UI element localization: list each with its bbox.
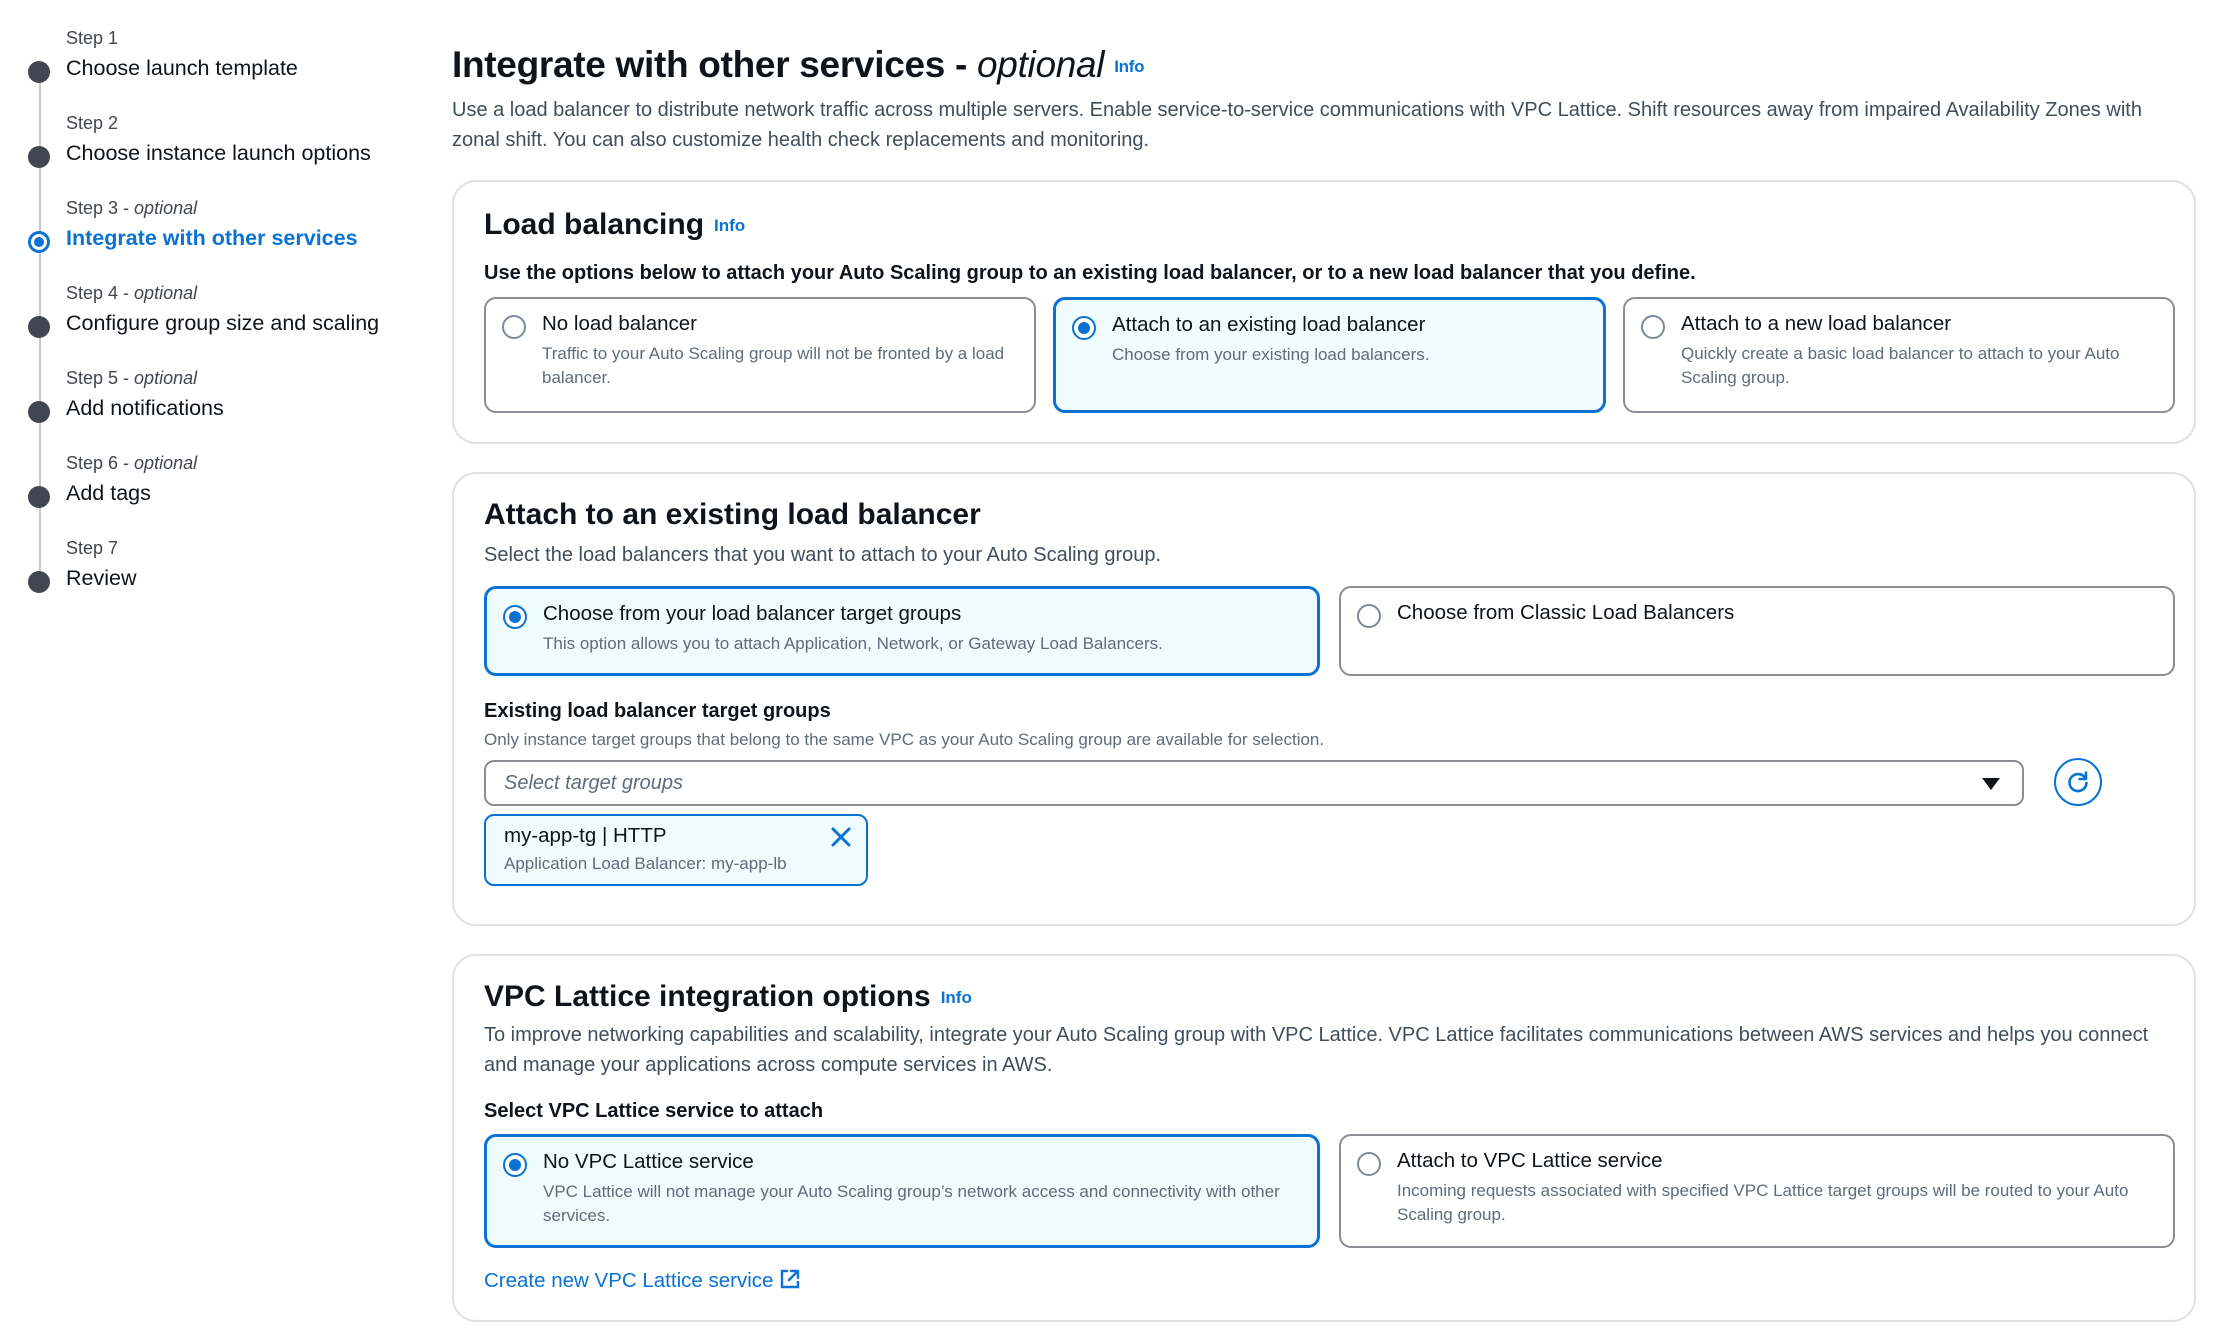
step-label[interactable]: Review <box>66 566 137 591</box>
option-description: This option allows you to attach Applica… <box>543 634 1163 653</box>
remove-token-icon[interactable] <box>828 824 854 850</box>
info-link[interactable]: Info <box>941 988 972 1007</box>
load-balancing-card: Load balancing Info Use the options below… <box>452 180 2196 444</box>
option-title: Choose from Classic Load Balancers <box>1397 601 1735 624</box>
step-label[interactable]: Choose launch template <box>66 56 298 81</box>
option-description: Incoming requests associated with specif… <box>1397 1181 2129 1224</box>
token-subtitle: Application Load Balancer: my-app-lb <box>504 854 787 873</box>
step-caption: Step 5 - optional <box>66 368 198 388</box>
option-title: Choose from your load balancer target gr… <box>543 602 962 625</box>
vpc-lattice-card: VPC Lattice integration options Info To i… <box>452 954 2196 1322</box>
attach-new-load-balancer-option[interactable]: Attach to a new load balancer Quickly cr… <box>1623 297 2175 413</box>
step-label[interactable]: Configure group size and scaling <box>66 311 379 336</box>
option-description: Traffic to your Auto Scaling group will … <box>542 344 1005 387</box>
step-dot-icon <box>28 486 50 508</box>
info-link[interactable]: Info <box>714 216 745 235</box>
step-current-icon <box>28 231 50 253</box>
option-title: Attach to VPC Lattice service <box>1397 1149 1663 1172</box>
step-dot-icon <box>28 316 50 338</box>
target-groups-option[interactable]: Choose from your load balancer target gr… <box>484 586 1320 676</box>
radio-button[interactable] <box>1357 604 1381 628</box>
card-title: Load balancing Info <box>484 208 746 241</box>
classic-load-balancers-option[interactable]: Choose from Classic Load Balancers <box>1339 586 2175 676</box>
wizard-steps-nav: Step 1 Choose launch template Step 2 Cho… <box>0 0 420 620</box>
step-6[interactable]: Step 6 - optional Add tags <box>0 453 420 525</box>
option-description: Quickly create a basic load balancer to … <box>1681 344 2120 387</box>
step-caption: Step 7 <box>66 538 119 558</box>
step-1[interactable]: Step 1 Choose launch template <box>0 28 420 100</box>
step-7[interactable]: Step 7 Review <box>0 538 420 610</box>
step-caption: Step 3 - optional <box>66 198 198 218</box>
step-dot-icon <box>28 401 50 423</box>
step-2[interactable]: Step 2 Choose instance launch options <box>0 113 420 185</box>
card-description: To improve networking capabilities and s… <box>484 1024 2149 1076</box>
option-description: Choose from your existing load balancers… <box>1112 345 1430 364</box>
step-caption: Step 4 - optional <box>66 283 198 303</box>
option-title: Attach to a new load balancer <box>1681 312 1952 335</box>
option-title: No VPC Lattice service <box>543 1150 754 1173</box>
step-dot-icon <box>28 571 50 593</box>
radio-button[interactable] <box>502 315 526 339</box>
attach-existing-load-balancer-card: Attach to an existing load balancer Sele… <box>452 472 2196 926</box>
step-3-current: Step 3 - optional Integrate with other s… <box>0 198 420 270</box>
load-balancing-instruction: Use the options below to attach your Aut… <box>484 262 1696 284</box>
radio-button[interactable] <box>1357 1152 1381 1176</box>
no-vpc-lattice-option[interactable]: No VPC Lattice service VPC Lattice will … <box>484 1134 1320 1248</box>
radio-button-selected[interactable] <box>503 605 527 629</box>
step-caption: Step 1 <box>66 28 119 48</box>
field-label: Existing load balancer target groups <box>484 700 831 722</box>
select-placeholder: Select target groups <box>504 772 683 794</box>
step-label[interactable]: Choose instance launch options <box>66 141 371 166</box>
step-label: Integrate with other services <box>66 226 358 250</box>
refresh-button[interactable] <box>2054 758 2102 806</box>
step-dot-icon <box>28 146 50 168</box>
step-caption: Step 6 - optional <box>66 453 198 473</box>
page-title: Integrate with other services - optional… <box>452 44 1145 85</box>
option-title: Attach to an existing load balancer <box>1112 313 1426 336</box>
radio-button-selected[interactable] <box>1072 316 1096 340</box>
card-title: VPC Lattice integration options Info <box>484 980 972 1013</box>
radio-button[interactable] <box>1641 315 1665 339</box>
option-description: VPC Lattice will not manage your Auto Sc… <box>543 1182 1280 1225</box>
attach-existing-load-balancer-option[interactable]: Attach to an existing load balancer Choo… <box>1053 297 1606 413</box>
external-link-icon <box>781 1269 800 1289</box>
page-description: Use a load balancer to distribute networ… <box>452 99 2142 151</box>
no-load-balancer-option[interactable]: No load balancer Traffic to your Auto Sc… <box>484 297 1036 413</box>
token-title: my-app-tg | HTTP <box>504 824 667 847</box>
radio-button-selected[interactable] <box>503 1153 527 1177</box>
card-title: Attach to an existing load balancer <box>484 498 981 531</box>
card-description: Select the load balancers that you want … <box>484 544 1162 566</box>
target-groups-select[interactable]: Select target groups <box>484 760 2024 806</box>
info-link[interactable]: Info <box>1114 57 1144 76</box>
field-hint: Only instance target groups that belong … <box>484 730 1325 749</box>
attach-vpc-lattice-option[interactable]: Attach to VPC Lattice service Incoming r… <box>1339 1134 2175 1248</box>
step-label[interactable]: Add tags <box>66 481 151 506</box>
caret-down-icon <box>1982 778 2000 790</box>
step-dot-icon <box>28 61 50 83</box>
create-vpc-lattice-link[interactable]: Create new VPC Lattice service <box>484 1268 801 1293</box>
option-title: No load balancer <box>542 312 697 335</box>
step-label[interactable]: Add notifications <box>66 396 224 421</box>
step-caption: Step 2 <box>66 113 119 133</box>
field-label: Select VPC Lattice service to attach <box>484 1100 824 1122</box>
step-5[interactable]: Step 5 - optional Add notifications <box>0 368 420 440</box>
selected-target-group-token: my-app-tg | HTTP Application Load Balanc… <box>484 814 868 886</box>
step-4[interactable]: Step 4 - optional Configure group size a… <box>0 283 420 355</box>
refresh-icon <box>2068 771 2088 793</box>
